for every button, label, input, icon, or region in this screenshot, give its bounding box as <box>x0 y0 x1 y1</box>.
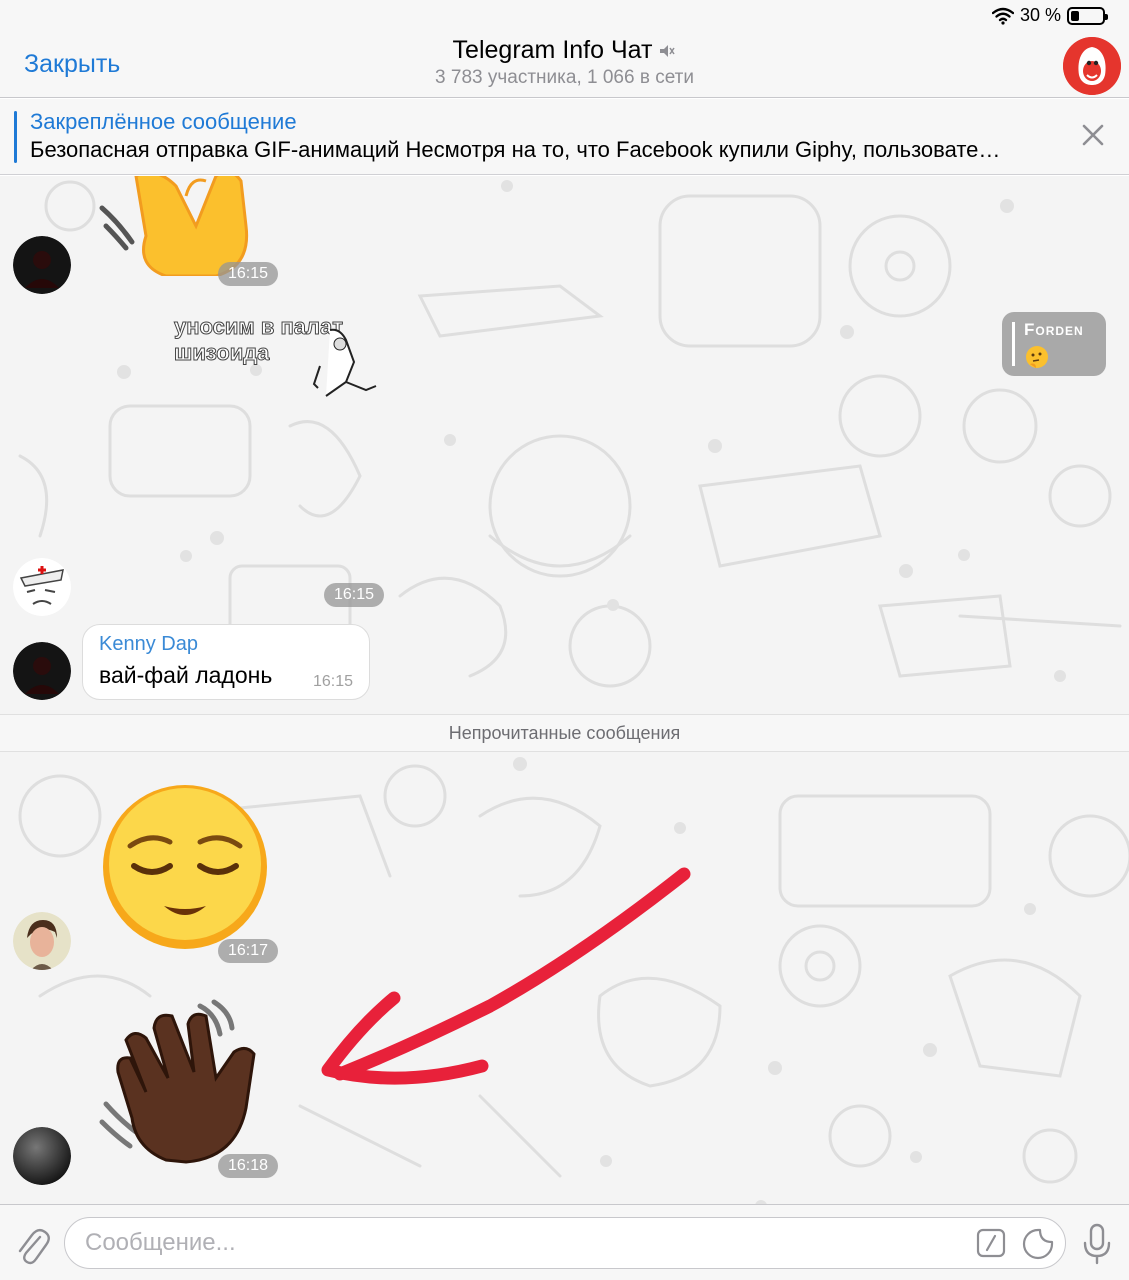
battery-percent: 30 % <box>1019 5 1061 25</box>
text-message-bubble[interactable]: Kenny Dap вай-фай ладонь 16:15 <box>82 624 370 700</box>
message-time: 16:15 <box>312 673 353 690</box>
reply-author: Forden <box>1024 320 1084 339</box>
attach-icon[interactable] <box>14 1225 50 1265</box>
status-bar: 30 % <box>0 0 1129 30</box>
relieved-face-sticker[interactable] <box>100 782 270 952</box>
sticker-time: 16:18 <box>218 1154 279 1178</box>
unread-divider: Непрочитанные сообщения <box>0 714 1129 752</box>
chat-title: Telegram Info Чат <box>452 36 653 64</box>
sticker-icon[interactable] <box>1022 1228 1054 1260</box>
gif-meme-figure[interactable] <box>300 326 384 402</box>
gif-time: 16:15 <box>324 583 385 607</box>
message-input-bar <box>0 1204 1129 1280</box>
close-x-icon[interactable] <box>1079 121 1107 149</box>
sticker-time: 16:17 <box>218 939 279 963</box>
avatar-kenny[interactable] <box>13 236 71 294</box>
mute-icon <box>660 44 676 57</box>
waving-hand-sticker-dark[interactable] <box>96 998 276 1166</box>
message-author[interactable]: Kenny Dap <box>99 633 198 656</box>
avatar-meme[interactable] <box>13 558 71 616</box>
sticker-time: 16:15 <box>218 262 279 286</box>
avatar-dark-ball[interactable] <box>13 1127 71 1185</box>
message-text: вай-фай ладонь <box>99 662 273 688</box>
waving-hand-sticker-yellow[interactable] <box>96 176 266 276</box>
chat-title-block[interactable]: Telegram Info Чат 3 783 участника, 1 066… <box>0 36 1129 89</box>
message-input[interactable] <box>64 1217 1066 1269</box>
chat-area[interactable]: 16:15 уносим в палат шизоида Forden 16:1… <box>0 176 1129 1204</box>
pinned-title: Закреплённое сообщение <box>30 109 297 134</box>
pinned-message-bar[interactable]: Закреплённое сообщение Безопасная отправ… <box>0 99 1129 175</box>
wifi-icon <box>991 7 1014 25</box>
avatar-kenny[interactable] <box>13 642 71 700</box>
battery-icon <box>1067 6 1108 25</box>
thinking-face-icon <box>1026 346 1048 368</box>
chat-avatar[interactable] <box>1063 37 1121 95</box>
mic-icon[interactable] <box>1082 1223 1112 1265</box>
pinned-indicator <box>14 111 17 163</box>
avatar-user-photo[interactable] <box>13 912 71 970</box>
chat-subtitle: 3 783 участника, 1 066 в сети <box>435 67 694 88</box>
status-indicators: 30 % <box>991 5 1108 26</box>
reply-preview-forden[interactable]: Forden <box>1002 312 1106 376</box>
command-icon[interactable] <box>976 1228 1006 1258</box>
red-arrow-annotation <box>321 867 691 1085</box>
chat-header: Закрыть Telegram Info Чат 3 783 участник… <box>0 30 1129 98</box>
chat-avatar-image <box>1063 37 1121 95</box>
pinned-text: Безопасная отправка GIF-анимаций Несмотр… <box>30 137 1001 162</box>
